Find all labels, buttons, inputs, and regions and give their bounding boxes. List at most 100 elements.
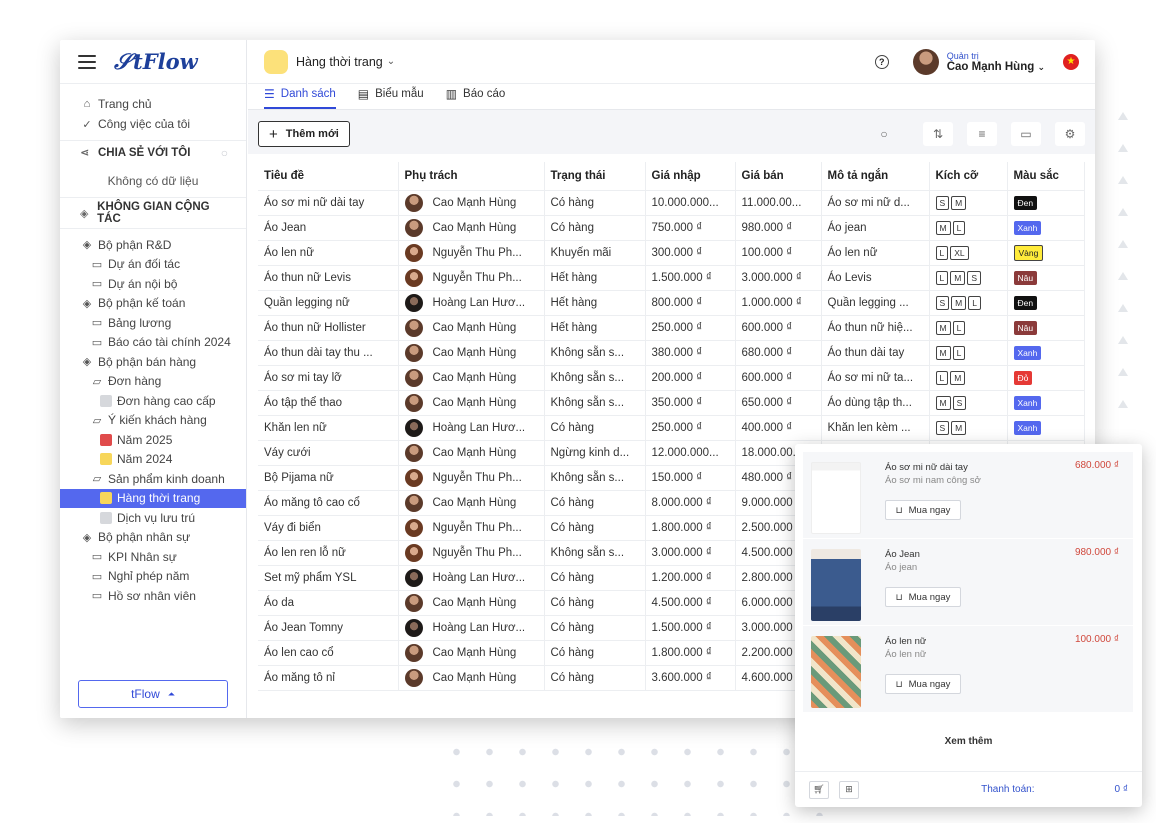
search-icon[interactable]: ○ bbox=[221, 146, 228, 160]
table-row[interactable]: Áo sơ mi nữ dài tay Cao Mạnh Hùng Có hàng 1… bbox=[258, 190, 1085, 216]
sidebar-item[interactable]: ▭ Dự án nội bộ bbox=[60, 274, 246, 294]
sidebar-item[interactable]: ▭ Nghỉ phép năm bbox=[60, 567, 246, 587]
cell-cost: 380.000 ₫ bbox=[645, 340, 736, 366]
cell-desc: Áo sơ mi nữ d... bbox=[821, 190, 930, 216]
sidebar-item[interactable]: Năm 2025 bbox=[60, 430, 246, 450]
size-chip: M bbox=[951, 195, 967, 210]
sidebar-item[interactable]: ◈ Bộ phận nhân sự bbox=[60, 528, 246, 548]
sidebar-item[interactable]: ▭ Báo cáo tài chính 2024 bbox=[60, 333, 246, 353]
tasks-icon: ✓ bbox=[82, 118, 92, 131]
column-header[interactable]: Giá nhập bbox=[645, 162, 736, 191]
sidebar-item[interactable]: Dịch vụ lưu trú bbox=[60, 508, 246, 528]
sidebar-item[interactable]: ▭ Hồ sơ nhân viên bbox=[60, 586, 246, 606]
cell-owner: Nguyễn Thu Ph... bbox=[398, 265, 545, 291]
tab-list[interactable]: ☰ Danh sách bbox=[264, 87, 336, 109]
menu-icon[interactable] bbox=[78, 54, 96, 69]
size-chip: M bbox=[950, 370, 966, 385]
table-row[interactable]: Áo tập thể thao Cao Mạnh Hùng Không sẵn s.… bbox=[258, 390, 1085, 416]
nav-my-tasks[interactable]: ✓ Công việc của tôi bbox=[60, 114, 246, 134]
product-image[interactable] bbox=[811, 549, 861, 621]
qr-icon[interactable]: ⊞ bbox=[839, 780, 859, 799]
cart-icon[interactable]: 🛒︎ bbox=[809, 780, 829, 799]
column-header[interactable]: Mô tả ngắn bbox=[821, 162, 930, 191]
sidebar-item[interactable]: ▭ KPI Nhân sự bbox=[60, 547, 246, 567]
see-more-link[interactable]: Xem thêm bbox=[795, 736, 1142, 747]
shared-section-title: CHIA SẺ VỚI TÔI bbox=[98, 146, 191, 159]
table-row[interactable]: Áo thun dài tay thu ... Cao Mạnh Hùng Khôn… bbox=[258, 340, 1085, 366]
column-header[interactable]: Tiêu đề bbox=[258, 162, 399, 191]
workspace-tree: ◈ Bộ phận R&D ▭ Dự án đối tác ▭ Dự án nội bộ ◈… bbox=[60, 228, 246, 606]
workspace-section-header[interactable]: ◈ KHÔNG GIAN CỘNG TÁC bbox=[60, 198, 246, 228]
filter-icon[interactable]: ≡ bbox=[967, 122, 997, 146]
chevron-down-icon[interactable]: ⌄ bbox=[387, 56, 395, 67]
sidebar-item[interactable]: ▱ Đơn hàng bbox=[60, 372, 246, 392]
logo[interactable]: 𝒮tFlow bbox=[114, 49, 198, 75]
sidebar-item[interactable]: Đơn hàng cao cấp bbox=[60, 391, 246, 411]
avatar bbox=[404, 518, 423, 537]
sidebar-item[interactable]: ◈ Bộ phận kế toán bbox=[60, 294, 246, 314]
sidebar-item[interactable]: ▱ Ý kiến khách hàng bbox=[60, 411, 246, 431]
cell-status: Có hàng bbox=[544, 190, 646, 216]
group-icon: ◈ bbox=[82, 356, 92, 369]
tab-report[interactable]: ▥ Báo cáo bbox=[446, 87, 506, 109]
sidebar-item[interactable]: ◈ Bộ phận R&D bbox=[60, 235, 246, 255]
column-header[interactable]: Phụ trách bbox=[398, 162, 545, 191]
buy-now-button[interactable]: ⊔ Mua ngay bbox=[885, 674, 961, 694]
tab-form[interactable]: ▤ Biểu mẫu bbox=[358, 87, 424, 109]
add-new-button[interactable]: + Thêm mới bbox=[258, 121, 350, 147]
nav-home[interactable]: ⌂ Trang chủ bbox=[60, 94, 246, 114]
table-row[interactable]: Áo thun nữ Levis Nguyễn Thu Ph... Hết hàng… bbox=[258, 265, 1085, 291]
chevron-down-icon: ⌄ bbox=[1037, 61, 1045, 72]
sidebar-item[interactable]: ▱ Sản phẩm kinh doanh bbox=[60, 469, 246, 489]
table-row[interactable]: Áo len nữ Nguyễn Thu Ph... Khuyến mãi 300.0… bbox=[258, 240, 1085, 266]
table-row[interactable]: Áo thun nữ Hollister Cao Mạnh Hùng Hết hàn… bbox=[258, 315, 1085, 341]
cell-desc: Áo thun dài tay bbox=[821, 340, 930, 366]
cell-sizes: SML bbox=[929, 290, 1008, 316]
table-row[interactable]: Áo Jean Cao Mạnh Hùng Có hàng 750.000 ₫ 980.… bbox=[258, 215, 1085, 241]
column-header[interactable]: Trạng thái bbox=[544, 162, 646, 191]
sort-icon[interactable]: ⇅ bbox=[923, 122, 953, 146]
user-menu[interactable]: Quản trị Cao Mạnh Hùng ⌄ bbox=[947, 51, 1045, 73]
table-row[interactable]: Quần legging nữ Hoàng Lan Hươ... Hết hàng 8… bbox=[258, 290, 1085, 316]
color-square-icon bbox=[100, 433, 112, 446]
cell-title: Áo sơ mi tay lỡ bbox=[258, 365, 399, 391]
sidebar-item[interactable]: ▭ Bảng lương bbox=[60, 313, 246, 333]
sidebar-item[interactable]: ◈ Bộ phận bán hàng bbox=[60, 352, 246, 372]
column-header[interactable]: Kích cỡ bbox=[929, 162, 1008, 191]
group-icon[interactable]: ▭ bbox=[1011, 122, 1041, 146]
product-price: 100.000 ₫ bbox=[1074, 634, 1119, 645]
search-icon[interactable]: ○ bbox=[869, 122, 899, 146]
buy-now-button[interactable]: ⊔ Mua ngay bbox=[885, 587, 961, 607]
cell-desc: Áo thun nữ hiệ... bbox=[821, 315, 930, 341]
user-avatar[interactable] bbox=[912, 48, 939, 75]
size-chip: S bbox=[935, 420, 950, 435]
cell-cost: 800.000 ₫ bbox=[645, 290, 736, 316]
product-image[interactable] bbox=[811, 636, 861, 708]
cell-title: Áo Jean Tomny bbox=[258, 615, 399, 641]
sidebar-item[interactable]: Năm 2024 bbox=[60, 450, 246, 470]
main-nav: ⌂ Trang chủ ✓ Công việc của tôi bbox=[60, 84, 246, 134]
owner: Hoàng Lan Hươ... bbox=[404, 418, 538, 437]
product-image[interactable] bbox=[811, 462, 861, 534]
sidebar-item[interactable]: ▭ Dự án đối tác bbox=[60, 255, 246, 275]
product-info: Áo Jean Áo jean ⊔ Mua ngay bbox=[885, 549, 1133, 625]
column-header[interactable]: Giá bán bbox=[735, 162, 822, 191]
tflow-footer-button[interactable]: tFlow ⏶ bbox=[78, 680, 228, 708]
cell-price: 980.000 ₫ bbox=[735, 215, 822, 241]
cell-status: Có hàng bbox=[544, 565, 646, 591]
help-icon[interactable]: ? bbox=[874, 54, 889, 69]
vietnam-flag-icon[interactable]: ★ bbox=[1063, 53, 1079, 70]
table-row[interactable]: Áo sơ mi tay lỡ Cao Mạnh Hùng Không sẵn s.… bbox=[258, 365, 1085, 391]
size-chip: M bbox=[935, 320, 951, 335]
view-tabs: ☰ Danh sách ▤ Biểu mẫu ▥ Báo cáo bbox=[248, 84, 1095, 110]
size-chip: M bbox=[951, 420, 967, 435]
gear-icon[interactable]: ⚙ bbox=[1055, 122, 1085, 146]
shared-section-header[interactable]: ⋖ CHIA SẺ VỚI TÔI ○ bbox=[60, 140, 246, 164]
buy-now-button[interactable]: ⊔ Mua ngay bbox=[885, 500, 961, 520]
sidebar-item[interactable]: Hàng thời trang bbox=[60, 488, 246, 508]
color-chip: Xanh bbox=[1013, 395, 1042, 410]
column-header[interactable]: Màu sắc bbox=[1007, 162, 1085, 191]
table-row[interactable]: Khăn len nữ Hoàng Lan Hươ... Có hàng 250.00… bbox=[258, 415, 1085, 441]
workspace-title[interactable]: Hàng thời trang bbox=[296, 55, 383, 69]
logo-row: 𝒮tFlow bbox=[60, 40, 246, 84]
